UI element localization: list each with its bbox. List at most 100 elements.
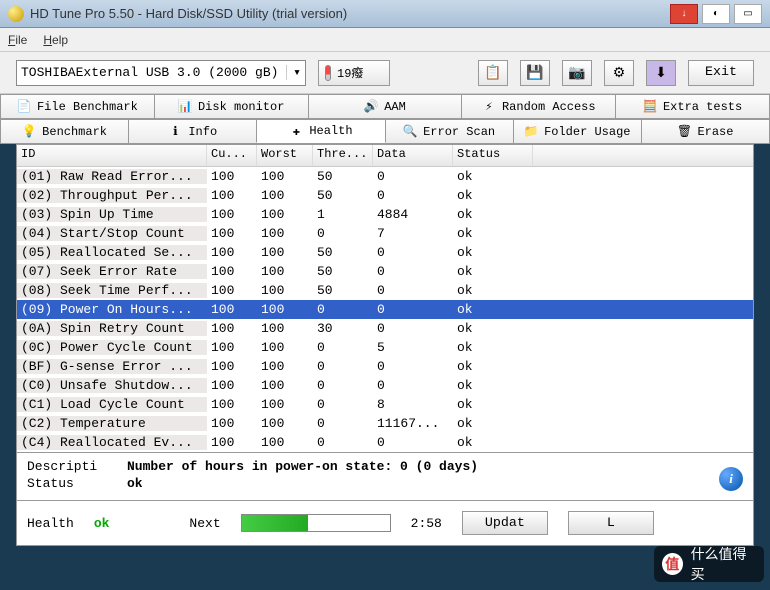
menu-help[interactable]: Help xyxy=(43,33,68,47)
tab-icon: 📄 xyxy=(17,100,31,114)
cell-data: 0 xyxy=(373,378,453,393)
cell-data: 0 xyxy=(373,264,453,279)
tab-aam[interactable]: 🔊AAM xyxy=(308,94,463,118)
watermark-logo: 值 xyxy=(662,553,683,575)
col-id[interactable]: ID xyxy=(17,145,207,166)
cell-data: 0 xyxy=(373,435,453,450)
cell-worst: 100 xyxy=(257,245,313,260)
cell-status: ok xyxy=(453,416,533,431)
cell-threshold: 0 xyxy=(313,340,373,355)
tab-file-benchmark[interactable]: 📄File Benchmark xyxy=(0,94,155,118)
cell-worst: 100 xyxy=(257,226,313,241)
list-body[interactable]: (01) Raw Read Error...100100500ok(02) Th… xyxy=(17,167,753,452)
tab-icon: 🗑 xyxy=(677,125,691,139)
screenshot-button[interactable]: 💾 xyxy=(520,60,550,86)
cell-threshold: 0 xyxy=(313,378,373,393)
info-icon[interactable]: i xyxy=(719,467,743,491)
cell-data: 8 xyxy=(373,397,453,412)
drive-select[interactable]: TOSHIBAExternal USB 3.0 (2000 gB) ▾ xyxy=(16,60,306,86)
titlebar-btn[interactable]: ◐ xyxy=(702,4,730,24)
cell-id: (BF) G-sense Error ... xyxy=(17,359,207,374)
tab-disk-monitor[interactable]: 📊Disk monitor xyxy=(154,94,309,118)
cell-worst: 100 xyxy=(257,264,313,279)
table-row[interactable]: (C1) Load Cycle Count10010008ok xyxy=(17,395,753,414)
next-label: Next xyxy=(189,516,220,531)
time-remaining: 2:58 xyxy=(411,516,442,531)
cell-threshold: 0 xyxy=(313,359,373,374)
health-value: ok xyxy=(94,516,110,531)
settings-button[interactable]: ⚙ xyxy=(604,60,634,86)
table-row[interactable]: (09) Power On Hours...10010000ok xyxy=(17,300,753,319)
table-row[interactable]: (03) Spin Up Time10010014884ok xyxy=(17,205,753,224)
tab-error-scan[interactable]: 🔍Error Scan xyxy=(385,119,514,143)
health-label: Health xyxy=(27,516,74,531)
cell-status: ok xyxy=(453,226,533,241)
table-row[interactable]: (07) Seek Error Rate100100500ok xyxy=(17,262,753,281)
cell-current: 100 xyxy=(207,359,257,374)
temperature-button[interactable]: 19癈 xyxy=(318,60,390,86)
cell-status: ok xyxy=(453,188,533,203)
tab-info[interactable]: ℹInfo xyxy=(128,119,257,143)
cell-id: (0C) Power Cycle Count xyxy=(17,340,207,355)
cell-current: 100 xyxy=(207,264,257,279)
table-row[interactable]: (01) Raw Read Error...100100500ok xyxy=(17,167,753,186)
table-row[interactable]: (C0) Unsafe Shutdow...10010000ok xyxy=(17,376,753,395)
table-row[interactable]: (0A) Spin Retry Count100100300ok xyxy=(17,319,753,338)
tab-health[interactable]: ✚Health xyxy=(256,119,385,143)
table-row[interactable]: (C2) Temperature100100011167...ok xyxy=(17,414,753,433)
cell-id: (05) Reallocated Se... xyxy=(17,245,207,260)
cell-status: ok xyxy=(453,321,533,336)
col-status[interactable]: Status xyxy=(453,145,533,166)
tab-icon: 🧮 xyxy=(643,100,657,114)
cell-current: 100 xyxy=(207,435,257,450)
status-label: Status xyxy=(27,476,127,491)
col-threshold[interactable]: Thre... xyxy=(313,145,373,166)
cell-threshold: 50 xyxy=(313,169,373,184)
cell-worst: 100 xyxy=(257,321,313,336)
tab-extra-tests[interactable]: 🧮Extra tests xyxy=(615,94,770,118)
cell-current: 100 xyxy=(207,397,257,412)
titlebar-btn[interactable]: ▭ xyxy=(734,4,762,24)
cell-status: ok xyxy=(453,340,533,355)
col-worst[interactable]: Worst xyxy=(257,145,313,166)
cell-worst: 100 xyxy=(257,416,313,431)
cell-threshold: 50 xyxy=(313,188,373,203)
window-title: HD Tune Pro 5.50 - Hard Disk/SSD Utility… xyxy=(30,6,664,21)
cell-status: ok xyxy=(453,283,533,298)
toolbar: TOSHIBAExternal USB 3.0 (2000 gB) ▾ 19癈 … xyxy=(0,52,770,94)
cell-worst: 100 xyxy=(257,435,313,450)
tab-erase[interactable]: 🗑 Erase xyxy=(641,119,770,143)
cell-threshold: 50 xyxy=(313,283,373,298)
table-row[interactable]: (08) Seek Time Perf...100100500ok xyxy=(17,281,753,300)
cell-current: 100 xyxy=(207,188,257,203)
table-row[interactable]: (02) Throughput Per...100100500ok xyxy=(17,186,753,205)
update-button[interactable]: Updat xyxy=(462,511,548,535)
exit-button[interactable]: Exit xyxy=(688,60,754,86)
desc-text: Number of hours in power-on state: 0 (0 … xyxy=(127,459,478,474)
table-row[interactable]: (C4) Reallocated Ev...10010000ok xyxy=(17,433,753,452)
col-current[interactable]: Cu... xyxy=(207,145,257,166)
minimize-button[interactable]: ⬇ xyxy=(646,60,676,86)
tab-label: Error Scan xyxy=(423,125,495,139)
titlebar-btn[interactable]: ↓ xyxy=(670,4,698,24)
cell-current: 100 xyxy=(207,321,257,336)
tab-benchmark[interactable]: 💡Benchmark xyxy=(0,119,129,143)
table-row[interactable]: (0C) Power Cycle Count10010005ok xyxy=(17,338,753,357)
menu-file[interactable]: File xyxy=(8,33,27,47)
cell-threshold: 30 xyxy=(313,321,373,336)
table-row[interactable]: (05) Reallocated Se...100100500ok xyxy=(17,243,753,262)
camera-button[interactable]: 📷 xyxy=(562,60,592,86)
cell-data: 0 xyxy=(373,321,453,336)
copy-button[interactable]: 📋 xyxy=(478,60,508,86)
tab-folder-usage[interactable]: 📁Folder Usage xyxy=(513,119,642,143)
app-icon xyxy=(8,6,24,22)
tab-label: Erase xyxy=(697,125,733,139)
tab-random-access[interactable]: ⚡Random Access xyxy=(461,94,616,118)
table-row[interactable]: (BF) G-sense Error ...10010000ok xyxy=(17,357,753,376)
main-panel: ID Cu... Worst Thre... Data Status (01) … xyxy=(16,144,754,546)
footer-button-2[interactable]: L xyxy=(568,511,654,535)
table-row[interactable]: (04) Start/Stop Count10010007ok xyxy=(17,224,753,243)
col-data[interactable]: Data xyxy=(373,145,453,166)
cell-current: 100 xyxy=(207,226,257,241)
cell-id: (01) Raw Read Error... xyxy=(17,169,207,184)
